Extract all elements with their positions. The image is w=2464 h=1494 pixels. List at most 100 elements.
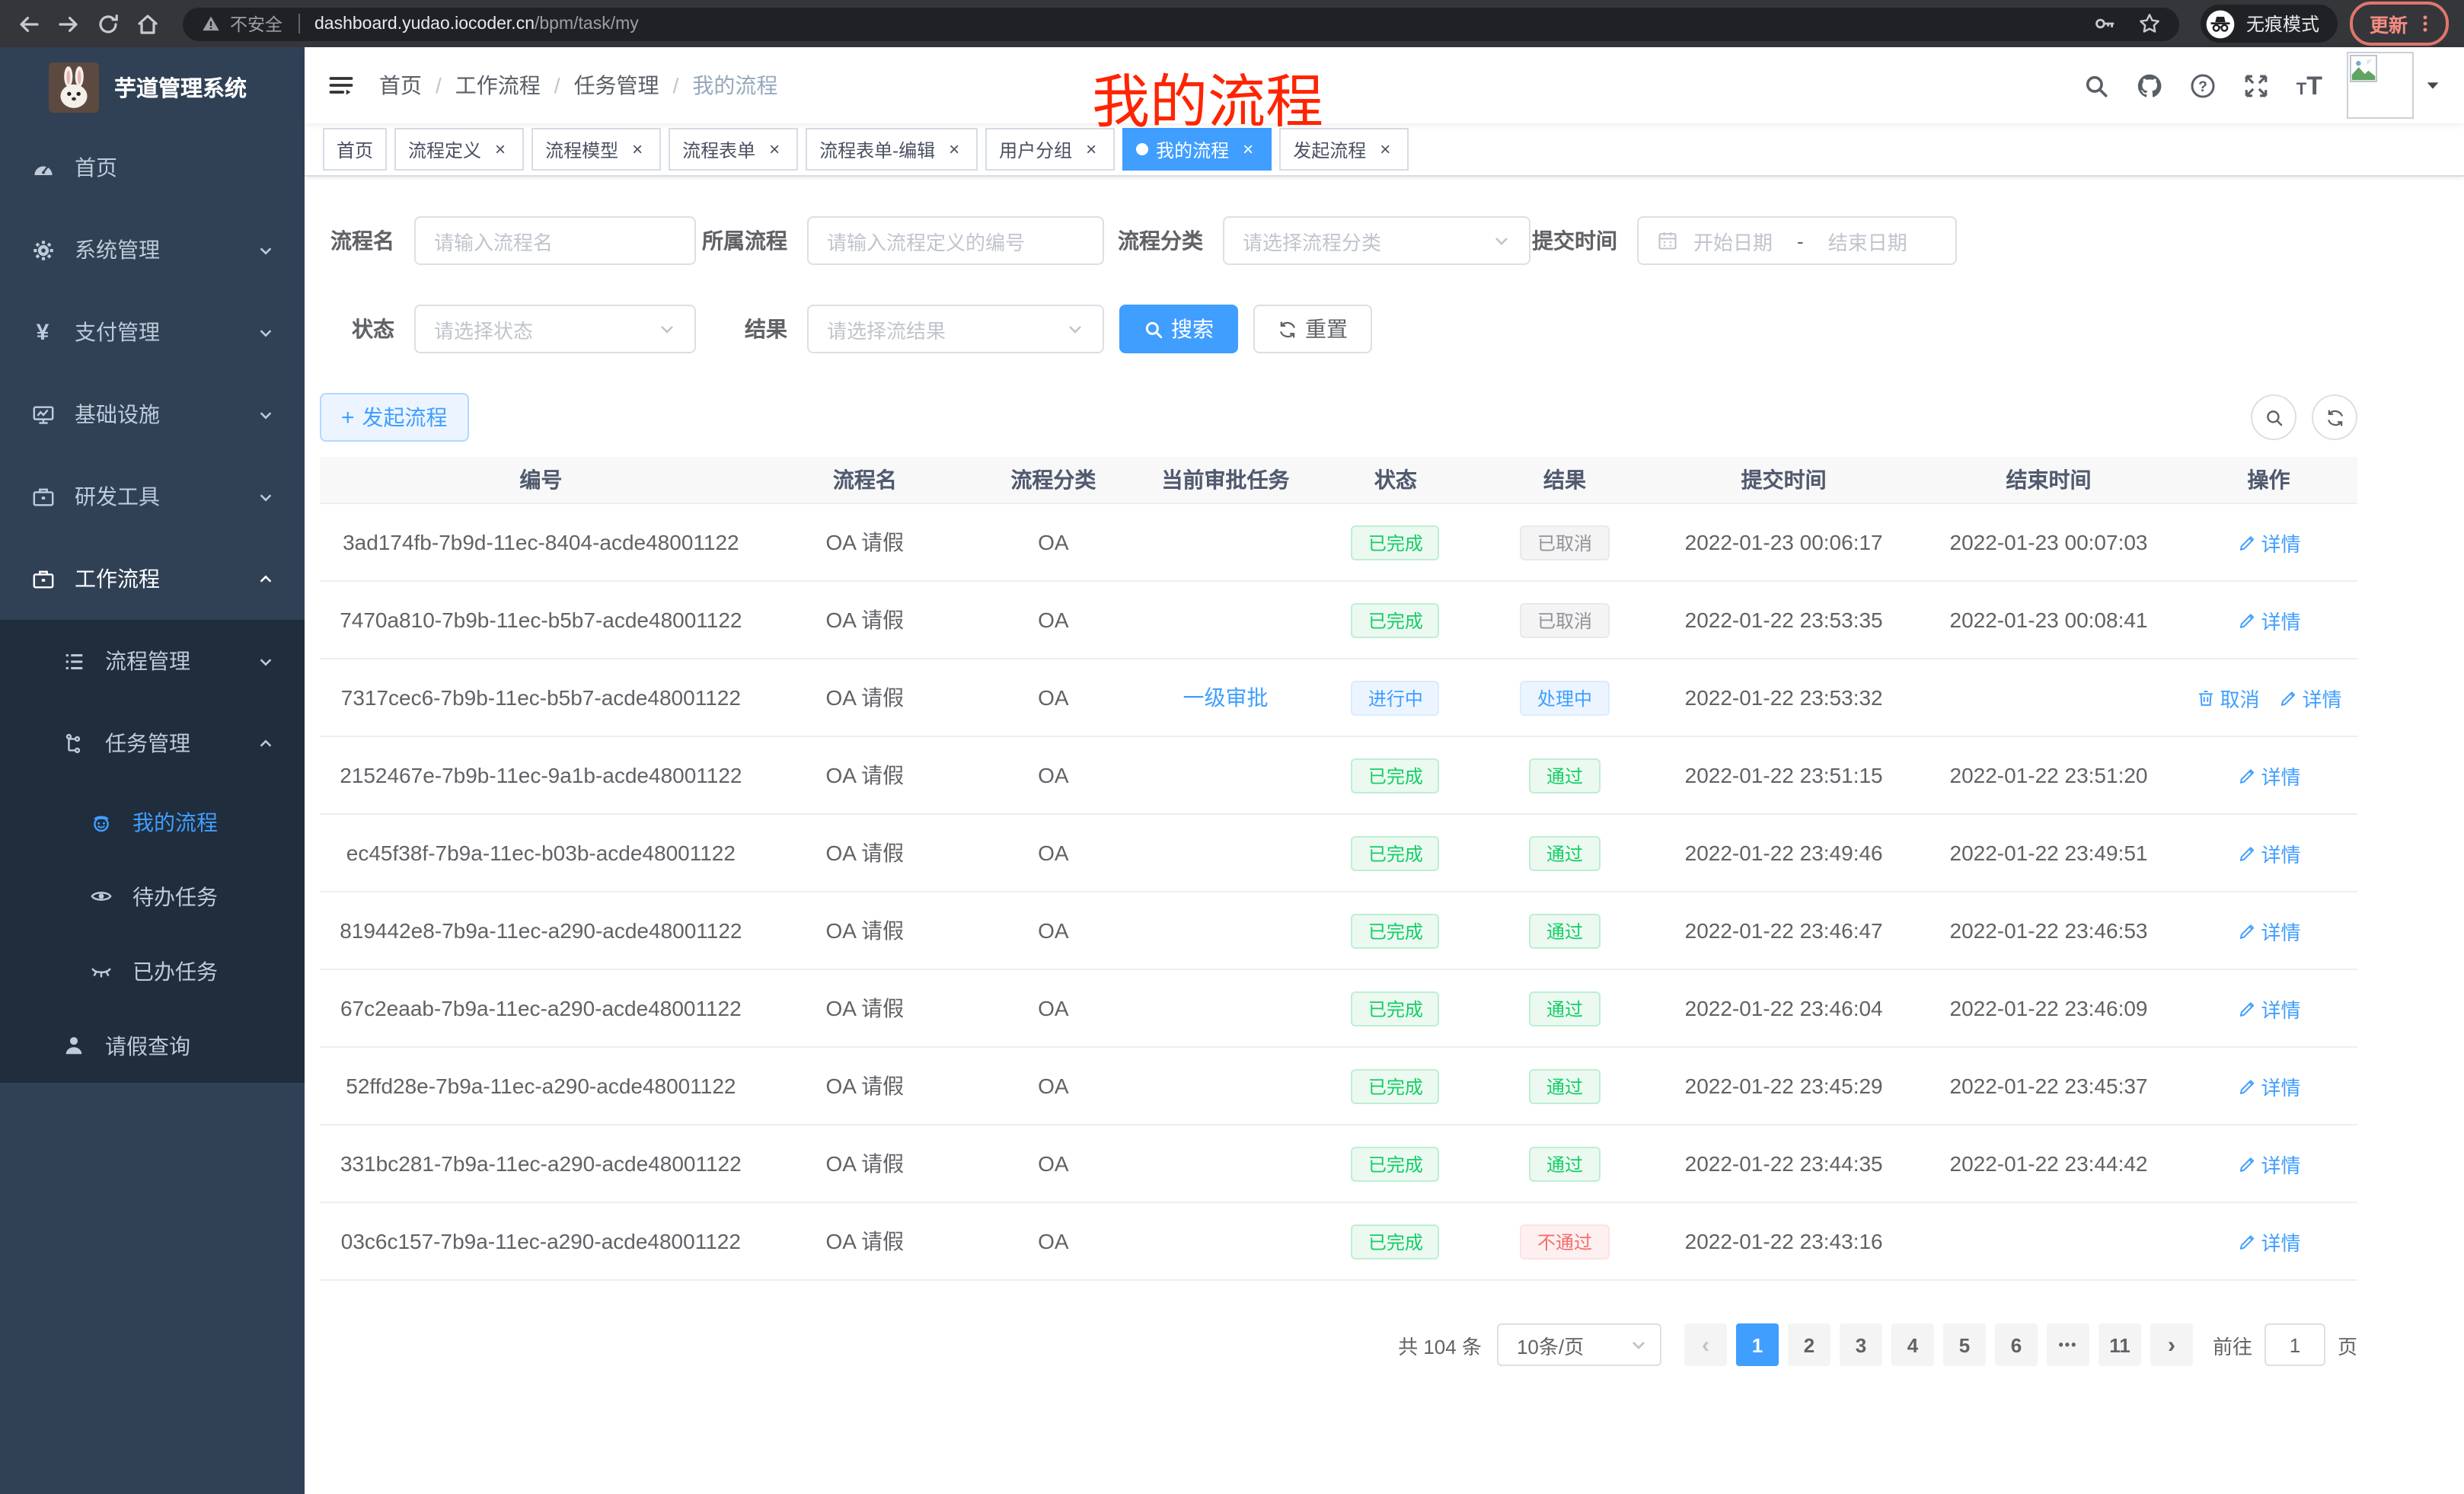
result-select[interactable]: 请选择流结果 [807,305,1104,353]
close-icon[interactable]: × [764,139,784,159]
refresh-button[interactable] [2312,394,2357,440]
toggle-search-button[interactable] [2251,394,2296,440]
close-icon[interactable]: × [490,139,510,159]
start-process-button[interactable]: + 发起流程 [320,393,469,442]
avatar[interactable] [2347,52,2414,119]
breadcrumb-item[interactable]: 首页 [379,70,422,101]
result-badge: 已取消 [1521,602,1609,637]
browser-forward-icon[interactable] [55,10,82,37]
reset-button[interactable]: 重置 [1253,305,1372,353]
close-icon[interactable]: × [627,139,647,159]
page-button-5[interactable]: 5 [1943,1323,1986,1366]
avatar-caret-icon[interactable] [2424,77,2441,94]
sidebar-item-label: 支付管理 [75,317,160,347]
detail-link[interactable]: 详情 [2237,605,2301,634]
tab-process-model[interactable]: 流程模型× [531,128,661,171]
cell-actions: 详情 [2180,581,2357,659]
tab-home[interactable]: 首页 [323,128,387,171]
tab-label: 我的流程 [1156,136,1229,162]
current-task-link[interactable]: 一级审批 [1183,685,1268,710]
detail-link[interactable]: 详情 [2237,916,2301,945]
sidebar-item-label: 系统管理 [75,235,160,265]
page-button-6[interactable]: 6 [1995,1323,2038,1366]
search-button[interactable]: 搜索 [1119,305,1238,353]
browser-reload-icon[interactable] [94,10,122,37]
help-icon[interactable]: ? [2190,72,2217,99]
cell-category: OA [968,1202,1139,1280]
cell-status: 已完成 [1312,1125,1479,1202]
cell-id: 03c6c157-7b9a-11ec-a290-acde48001122 [320,1202,762,1280]
detail-link[interactable]: 详情 [2237,761,2301,790]
submit-time-range-input[interactable]: 开始日期 - 结束日期 [1637,216,1957,265]
process-name-input[interactable]: 请输入流程名 [414,216,696,265]
address-bar[interactable]: 不安全 dashboard.yudao.iocoder.cn/bpm/task/… [183,7,2179,40]
breadcrumb-item[interactable]: 任务管理 [574,70,659,101]
sidebar-item-my-process[interactable]: 我的流程 [0,784,305,859]
sidebar-item-devtools[interactable]: 研发工具 [0,455,305,538]
page-size-select[interactable]: 10条/页 [1497,1323,1661,1366]
page-button-11[interactable]: 11 [2099,1323,2141,1366]
detail-link[interactable]: 详情 [2237,838,2301,867]
browser-home-icon[interactable] [134,10,161,37]
fullscreen-icon[interactable] [2243,72,2271,99]
cancel-link[interactable]: 取消 [2196,683,2260,712]
app-logo-row[interactable]: 芋道管理系统 [0,47,305,126]
detail-link[interactable]: 详情 [2237,1227,2301,1256]
tab-process-form[interactable]: 流程表单× [669,128,798,171]
search-icon[interactable] [2083,72,2111,99]
page-button-2[interactable]: 2 [1788,1323,1830,1366]
tab-user-group[interactable]: 用户分组× [985,128,1115,171]
page-button-4[interactable]: 4 [1891,1323,1934,1366]
tab-process-definition[interactable]: 流程定义 × [394,128,524,171]
yen-icon: ¥ [30,320,55,344]
tab-start-process[interactable]: 发起流程× [1279,128,1409,171]
detail-link[interactable]: 详情 [2237,1071,2301,1100]
cell-end-time: 2022-01-22 23:51:20 [1917,736,2180,814]
detail-link[interactable]: 详情 [2278,683,2342,712]
browser-back-icon[interactable] [15,10,43,37]
page-button-3[interactable]: 3 [1840,1323,1882,1366]
sidebar-item-home[interactable]: 首页 [0,126,305,209]
sidebar-item-workflow[interactable]: 工作流程 [0,538,305,620]
result-badge: 已取消 [1521,525,1609,560]
font-size-icon[interactable]: TT [2296,72,2322,98]
close-icon[interactable]: × [944,139,964,159]
prev-page-button[interactable]: ‹ [1684,1323,1727,1366]
sidebar-item-infra[interactable]: 基础设施 [0,373,305,455]
url-path: /bpm/task/my [535,14,639,33]
parent-process-input[interactable]: 请输入流程定义的编号 [807,216,1104,265]
detail-link[interactable]: 详情 [2237,1149,2301,1178]
browser-menu-button[interactable]: 更新 [2350,2,2449,46]
tab-label: 流程定义 [408,136,481,162]
cell-process-name: OA 请假 [762,892,968,969]
detail-link[interactable]: 详情 [2237,994,2301,1023]
chevron-down-icon [257,241,274,258]
close-icon[interactable]: × [1081,139,1101,159]
sidebar-item-done-task[interactable]: 已办任务 [0,934,305,1008]
process-category-select[interactable]: 请选择流程分类 [1223,216,1530,265]
sidebar-item-leave-query[interactable]: 请假查询 [0,1008,305,1083]
jump-page-input[interactable]: 1 [2265,1323,2325,1366]
more-pages-icon[interactable]: ••• [2047,1323,2089,1366]
sidebar-item-payment[interactable]: ¥ 支付管理 [0,291,305,373]
tab-process-form-edit[interactable]: 流程表单-编辑× [806,128,978,171]
hamburger-icon[interactable] [327,72,355,99]
sidebar-item-todo-task[interactable]: 待办任务 [0,859,305,934]
tab-my-process[interactable]: 我的流程 × [1122,128,1272,171]
bookmark-star-icon[interactable] [2138,12,2161,35]
next-page-button[interactable]: › [2150,1323,2193,1366]
sidebar-item-task-mgmt[interactable]: 任务管理 [0,702,305,784]
sidebar-item-system[interactable]: 系统管理 [0,209,305,291]
breadcrumb-item[interactable]: 工作流程 [455,70,541,101]
detail-link[interactable]: 详情 [2237,528,2301,557]
page-button-1[interactable]: 1 [1736,1323,1779,1366]
close-icon[interactable]: × [1238,139,1258,159]
key-icon[interactable] [2094,12,2117,35]
kebab-menu-icon[interactable] [2415,12,2435,35]
status-select[interactable]: 请选择状态 [414,305,696,353]
cell-result: 不通过 [1479,1202,1651,1280]
close-icon[interactable]: × [1375,139,1395,159]
sidebar-item-process-mgmt[interactable]: 流程管理 [0,620,305,702]
edit-icon [2237,610,2257,630]
github-icon[interactable] [2137,72,2164,99]
